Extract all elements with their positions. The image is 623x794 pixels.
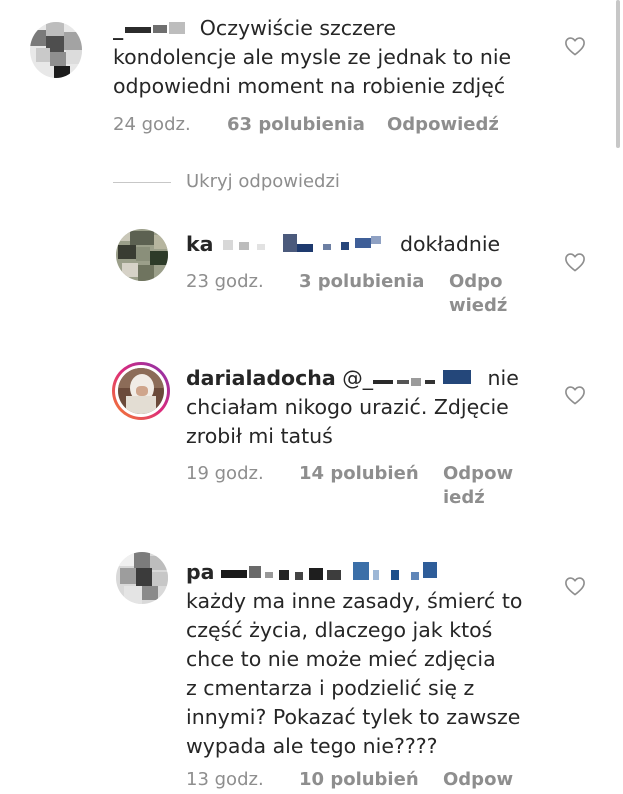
- reply-button[interactable]: Odpow iedź: [443, 462, 513, 510]
- reply-label-line: iedź: [443, 487, 485, 508]
- comment-text-line: zrobił mi tatuś: [186, 424, 333, 448]
- likes-count-link[interactable]: 3 polubienia: [299, 270, 424, 294]
- username-redaction: [372, 370, 481, 386]
- comment-text-line: Oczywiście szczere: [199, 16, 396, 40]
- comment-text-line: kondolencje ale mysle ze jednak to nie: [113, 45, 512, 69]
- comment-time: 24 godz.: [113, 114, 191, 135]
- comment-text: darialadocha @_ nie chciałam nikogo uraz…: [186, 364, 519, 451]
- avatar[interactable]: [112, 362, 170, 420]
- username-redaction: [123, 22, 193, 36]
- comment-text: pa każdy ma inne zasady, śmierć to część…: [186, 558, 522, 761]
- comment-username[interactable]: darialadocha: [186, 366, 336, 390]
- heart-outline-icon[interactable]: [564, 252, 586, 272]
- comment-username[interactable]: ka: [186, 232, 213, 256]
- reply-button[interactable]: Odpowiedź: [387, 113, 499, 137]
- hide-replies-button[interactable]: Ukryj odpowiedzi: [186, 170, 340, 194]
- comment-username[interactable]: _: [113, 16, 123, 40]
- comment-time: 13 godz.: [186, 769, 264, 790]
- reply-label-line: Odpow: [443, 463, 514, 484]
- comment-text-line: część życia, dlaczego jak ktoś: [186, 618, 493, 642]
- username-redaction: [213, 234, 393, 252]
- likes-count-link[interactable]: 14 polubień: [299, 462, 419, 486]
- comment-text-line: odpowiedni moment na robienie zdjęć: [113, 74, 506, 98]
- comment-mention[interactable]: @_: [342, 366, 373, 390]
- reply-label-line: Odpo: [449, 271, 503, 292]
- comment-text-line: nie: [487, 366, 519, 390]
- reply-button[interactable]: Odpow: [443, 768, 513, 792]
- avatar[interactable]: [116, 229, 168, 281]
- avatar[interactable]: [30, 22, 82, 78]
- comment-text-line: chciałam nikogo urazić. Zdjęcie: [186, 395, 509, 419]
- comment-text-line: chce to nie może mieć zdjęcia: [186, 647, 496, 671]
- reply-button[interactable]: Odpo wiedź: [449, 270, 507, 318]
- comment-username[interactable]: pa: [186, 560, 215, 584]
- avatar[interactable]: [116, 552, 168, 604]
- comment-time: 19 godz.: [186, 463, 264, 484]
- comment-text-line: z cmentarza i podzielić się z: [186, 676, 475, 700]
- comment-text-line: każdy ma inne zasady, śmierć to: [186, 589, 523, 613]
- reply-label-line: wiedź: [449, 295, 508, 316]
- comment-text-line: innymi? Pokazać tylek to zawsze: [186, 705, 521, 729]
- comment-text: _ Oczywiście szczere kondolencje ale mys…: [113, 14, 511, 101]
- heart-outline-icon[interactable]: [564, 576, 586, 596]
- heart-outline-icon[interactable]: [564, 385, 586, 405]
- comment-time: 23 godz.: [186, 271, 264, 292]
- comment-text-line: dokładnie: [400, 232, 501, 256]
- comment-text-line: wypada ale tego nie????: [186, 734, 438, 758]
- username-redaction: [215, 562, 465, 580]
- heart-outline-icon[interactable]: [564, 36, 586, 56]
- replies-divider: [113, 182, 171, 183]
- comment-text: ka dokładnie: [186, 230, 500, 259]
- scrollbar[interactable]: [616, 0, 620, 148]
- likes-count-link[interactable]: 10 polubień: [299, 768, 419, 792]
- likes-count-link[interactable]: 63 polubienia: [227, 113, 365, 137]
